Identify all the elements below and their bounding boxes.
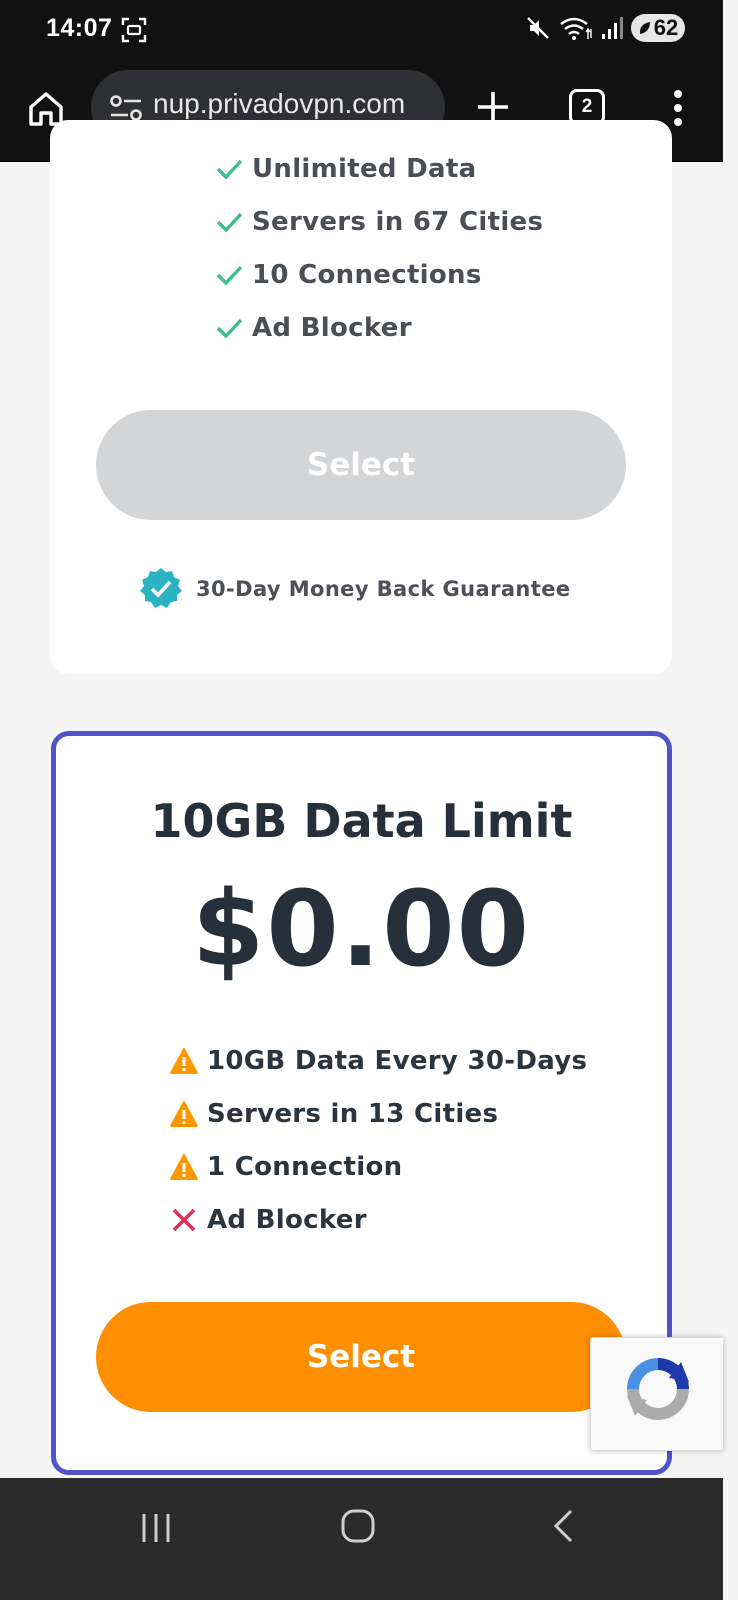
select-button-free[interactable]: Select (96, 1302, 626, 1412)
wifi-icon (560, 17, 592, 40)
feature-label: Servers in 67 Cities (252, 206, 544, 237)
feature-item: Servers in 67 Cities (214, 195, 543, 248)
feature-item: 1 Connection (169, 1140, 587, 1193)
check-icon (216, 265, 243, 285)
warning-icon (170, 1100, 198, 1127)
feature-item: 10 Connections (214, 248, 543, 301)
overflow-menu-icon[interactable] (664, 88, 692, 128)
feature-item: Servers in 13 Cities (169, 1087, 587, 1140)
warning-icon (170, 1047, 198, 1074)
home-button-icon[interactable] (338, 1506, 378, 1546)
mute-icon (527, 17, 549, 39)
check-icon (216, 159, 243, 179)
check-icon (216, 212, 243, 232)
plan-title: 10GB Data Limit (150, 794, 573, 848)
plan-price: $0.00 (192, 868, 531, 990)
check-icon (216, 318, 243, 338)
feature-item: Ad Blocker (169, 1193, 587, 1246)
select-button-unlimited[interactable]: Select (96, 410, 626, 520)
battery-indicator: 62 (631, 14, 685, 42)
money-back-guarantee: 30-Day Money Back Guarantee (138, 566, 570, 612)
plan-card-unlimited: Unlimited Data Servers in 67 Cities 10 C… (50, 120, 672, 674)
battery-saver-icon (639, 22, 650, 34)
warning-icon (170, 1153, 198, 1180)
guarantee-text: 30-Day Money Back Guarantee (196, 577, 571, 601)
feature-label: 10GB Data Every 30-Days (207, 1045, 588, 1076)
recent-apps-icon[interactable] (136, 1508, 176, 1548)
battery-level: 62 (653, 15, 679, 40)
feature-label: Unlimited Data (252, 153, 477, 184)
system-nav-bar (0, 1478, 723, 1600)
feature-label: Servers in 13 Cities (207, 1098, 499, 1129)
status-bar: 14:07 62 (0, 0, 723, 60)
cross-icon (172, 1208, 196, 1231)
feature-item: Unlimited Data (214, 142, 543, 195)
recaptcha-badge[interactable] (590, 1337, 723, 1451)
feature-list: Unlimited Data Servers in 67 Cities 10 C… (214, 142, 543, 354)
feature-label: 10 Connections (252, 259, 482, 290)
feature-label: Ad Blocker (252, 312, 412, 343)
feature-item: Ad Blocker (214, 301, 543, 354)
recaptcha-icon (627, 1358, 689, 1420)
feature-label: Ad Blocker (207, 1204, 367, 1235)
tab-count: 2 (581, 96, 593, 117)
site-settings-icon[interactable] (109, 94, 143, 122)
screenshot-icon (121, 17, 147, 43)
status-time: 14:07 (46, 14, 113, 42)
plan-card-free: 10GB Data Limit $0.00 10GB Data Every 30… (51, 731, 672, 1475)
back-icon[interactable] (545, 1506, 585, 1546)
signal-icon (602, 17, 623, 39)
feature-item: 10GB Data Every 30-Days (169, 1034, 587, 1087)
verified-badge-icon (140, 568, 182, 608)
feature-label: 1 Connection (207, 1151, 403, 1182)
feature-list: 10GB Data Every 30-Days Servers in 13 Ci… (169, 1034, 587, 1246)
status-icons: 62 (525, 14, 685, 42)
